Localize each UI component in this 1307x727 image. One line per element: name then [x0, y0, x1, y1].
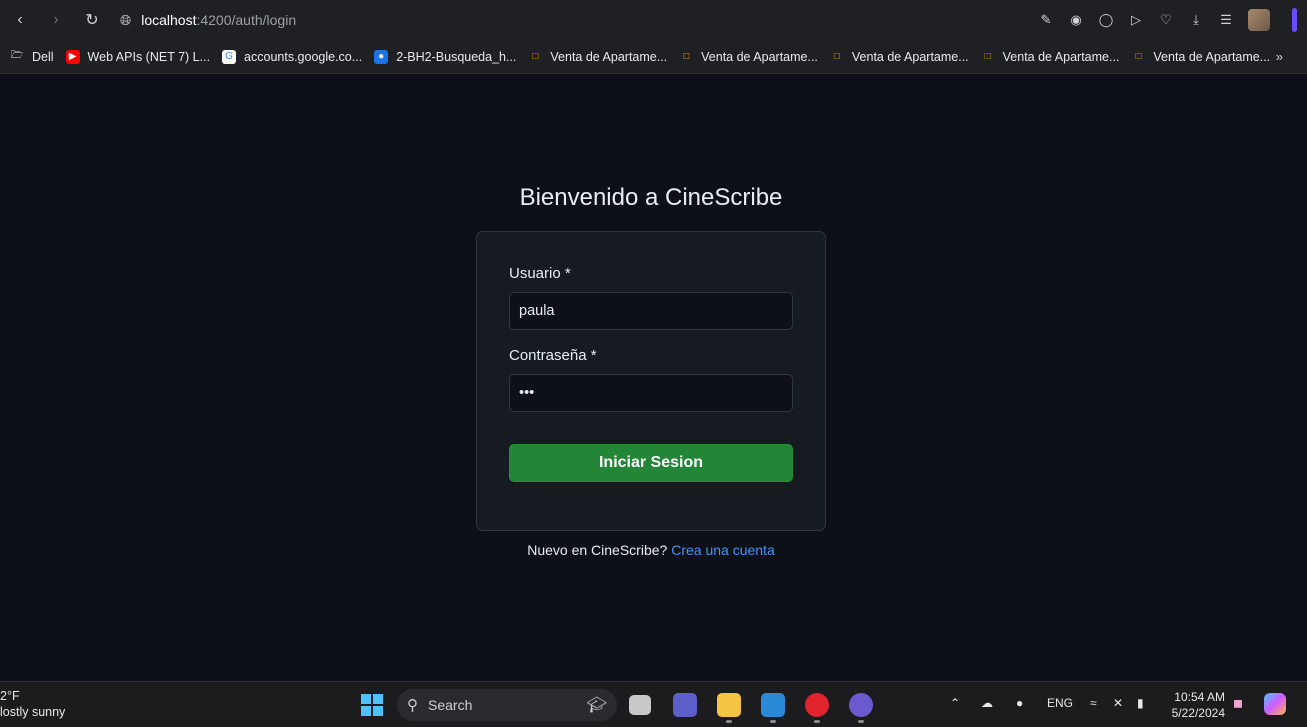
play-icon[interactable]: ▷: [1128, 12, 1144, 28]
login-card: Usuario * Contraseña * Iniciar Sesion: [476, 231, 826, 531]
bookmark-item[interactable]: □ Venta de Apartame...: [528, 50, 667, 64]
teams-icon[interactable]: [673, 693, 697, 717]
file-explorer-icon[interactable]: [717, 693, 741, 717]
listing-icon: □: [1135, 51, 1142, 62]
signup-link[interactable]: Crea una cuenta: [671, 542, 775, 558]
vscode-indicator: [770, 720, 776, 723]
graduation-cap-icon: 🎓︎: [586, 697, 607, 714]
listing-icon: □: [984, 51, 991, 62]
taskbar: 2°F lostly sunny ⚲ Search 🎓︎ ⌃ ☁ ● ENG ≈…: [0, 681, 1307, 727]
search-icon: ⚲: [407, 697, 418, 714]
youtube-icon: ▶: [65, 49, 80, 64]
bookmark-label: 2-BH2-Busqueda_h...: [396, 49, 517, 64]
login-button[interactable]: Iniciar Sesion: [509, 444, 793, 482]
chevron-up-icon[interactable]: ⌃: [950, 696, 960, 710]
listing-icon: □: [532, 51, 539, 62]
microphone-icon[interactable]: ●: [1016, 696, 1023, 710]
heart-icon[interactable]: ♡: [1158, 12, 1174, 28]
bookmark-label: Venta de Apartame...: [701, 49, 818, 64]
listing-icon: □: [683, 51, 690, 62]
weather-widget[interactable]: 2°F lostly sunny: [0, 688, 65, 720]
bookmarks-bar: 🗁︎ Dell ▶ Web APIs (NET 7) L... Gaccounts.go…: [0, 40, 1307, 74]
browser-app-indicator: [858, 720, 864, 723]
bookmark-label: Dell: [32, 49, 54, 64]
bookmark-item[interactable]: Gaccounts.google.co...: [222, 49, 363, 64]
bookmark-item[interactable]: ▶ Web APIs (NET 7) L...: [65, 49, 211, 64]
bookmark-item[interactable]: □ Venta de Apartame...: [1131, 50, 1270, 64]
page-title: Bienvenido a CineScribe: [519, 184, 783, 211]
username-label: Usuario *: [509, 265, 571, 282]
clock[interactable]: 10:54 AM 5/22/2024: [1172, 689, 1225, 721]
edit-icon[interactable]: ✎: [1038, 12, 1054, 28]
sidebar-toggle[interactable]: [1292, 8, 1297, 32]
bookmark-label: Web APIs (NET 7) L...: [87, 49, 211, 64]
bookmark-item[interactable]: □ Venta de Apartame...: [679, 50, 818, 64]
signup-prompt-text: Nuevo en CineScribe?: [527, 542, 668, 558]
bookmark-label: Venta de Apartame...: [550, 49, 668, 64]
address-bar[interactable]: 🌐︎ localhost:4200/auth/login: [120, 12, 296, 29]
search-label: Search: [428, 697, 473, 713]
browser-app-icon[interactable]: [849, 693, 873, 717]
password-input[interactable]: [509, 374, 793, 412]
back-icon[interactable]: ‹: [6, 6, 34, 34]
google-icon: G: [222, 49, 237, 64]
shield-icon[interactable]: ◯: [1098, 12, 1114, 28]
reload-icon[interactable]: ↻: [78, 6, 106, 34]
vscode-icon[interactable]: [761, 693, 785, 717]
bookmark-label: Venta de Apartame...: [1002, 49, 1120, 64]
opera-icon[interactable]: [805, 693, 829, 717]
avatar[interactable]: [1248, 9, 1270, 31]
bookmark-label: Venta de Apartame...: [851, 49, 969, 64]
bookmark-item[interactable]: □ Venta de Apartame...: [830, 50, 969, 64]
url-host: localhost: [141, 12, 197, 28]
username-input[interactable]: [509, 292, 793, 330]
listing-icon: □: [833, 51, 840, 62]
menu-icon[interactable]: ☰: [1218, 12, 1234, 28]
start-icon[interactable]: [361, 694, 383, 716]
weather-desc: lostly sunny: [0, 705, 66, 719]
weather-temp: 2°F: [0, 689, 20, 703]
url-path: :4200/auth/login: [196, 12, 297, 28]
download-icon[interactable]: ⤓: [1188, 12, 1204, 28]
password-label: Contraseña *: [509, 347, 597, 364]
clock-time: 10:54 AM: [1174, 690, 1225, 704]
forward-icon[interactable]: ›: [42, 6, 70, 34]
globe-icon: 🌐︎: [120, 11, 132, 28]
browser-toolbar: ‹ › ↻ 🌐︎ localhost:4200/auth/login ✎ ◉ ◯…: [0, 0, 1307, 40]
bookmark-label: Venta de Apartame...: [1153, 49, 1271, 64]
camera-icon[interactable]: ◉: [1068, 12, 1084, 28]
signup-prompt: Nuevo en CineScribe? Crea una cuenta: [0, 542, 1302, 558]
bookmark-item[interactable]: ● 2-BH2-Busqueda_h...: [374, 49, 517, 64]
task-view-icon[interactable]: [629, 695, 651, 715]
folder-icon: 🗁︎: [10, 50, 24, 61]
notification-bell-icon[interactable]: ◼: [1233, 696, 1243, 710]
file-explorer-indicator: [726, 720, 732, 723]
wifi-icon[interactable]: ≈: [1090, 696, 1097, 710]
globe-icon: ●: [374, 49, 389, 64]
taskbar-search[interactable]: ⚲ Search 🎓︎: [397, 689, 617, 721]
battery-icon[interactable]: ▮: [1137, 696, 1144, 710]
bookmarks-overflow-icon[interactable]: »: [1276, 49, 1283, 64]
bookmark-label: accounts.google.co...: [244, 49, 363, 64]
language-indicator[interactable]: ENG: [1047, 696, 1073, 710]
bookmark-item[interactable]: 🗁︎ Dell: [10, 50, 54, 64]
volume-muted-icon[interactable]: ✕: [1113, 696, 1123, 710]
clock-date: 5/22/2024: [1171, 706, 1225, 720]
opera-indicator: [814, 720, 820, 723]
copilot-icon[interactable]: [1264, 693, 1286, 715]
bookmark-item[interactable]: □ Venta de Apartame...: [981, 50, 1120, 64]
onedrive-icon[interactable]: ☁: [981, 696, 993, 710]
